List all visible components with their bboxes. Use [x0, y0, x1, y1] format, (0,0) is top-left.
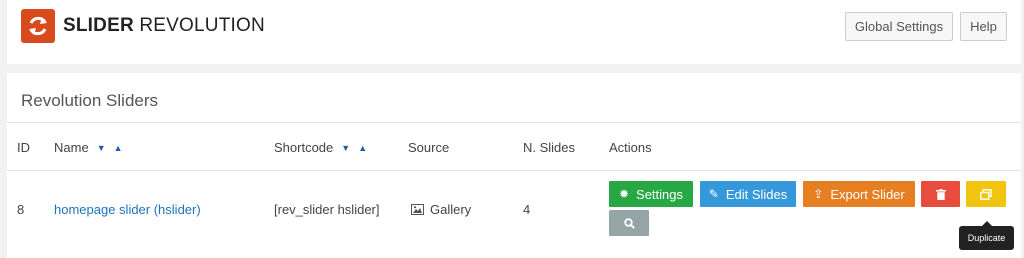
column-header-name-label: Name [54, 140, 89, 155]
image-icon [411, 204, 424, 215]
column-header-shortcode[interactable]: Shortcode ▼ ▲ [274, 140, 367, 155]
column-header-id: ID [17, 140, 30, 155]
caret-down-icon[interactable]: ▼ [341, 143, 350, 153]
help-button[interactable]: Help [960, 12, 1007, 41]
trash-icon [935, 188, 946, 200]
row-source-label: Gallery [430, 202, 472, 217]
logo [21, 9, 55, 43]
export-slider-button-label: Export Slider [830, 186, 905, 202]
export-icon: ⇪ [813, 187, 824, 201]
column-header-slides: N. Slides [523, 140, 576, 155]
row-source: Gallery [411, 202, 471, 217]
duplicate-tooltip: Duplicate [959, 221, 1014, 250]
refresh-icon [29, 16, 47, 36]
sliders-panel: Revolution Sliders ID Name ▼ ▲ Shortcode… [7, 73, 1021, 258]
column-header-name[interactable]: Name ▼ ▲ [54, 140, 123, 155]
settings-button[interactable]: ✹ Settings [609, 181, 693, 207]
row-shortcode: [rev_slider hslider] [274, 202, 380, 217]
duplicate-icon [980, 188, 992, 200]
global-settings-button[interactable]: Global Settings [845, 12, 953, 41]
preview-button[interactable] [609, 210, 649, 236]
app-title: SLIDER REVOLUTION [63, 15, 265, 36]
row-slides: 4 [523, 202, 531, 217]
edit-slides-button-label: Edit Slides [725, 186, 788, 202]
divider [7, 122, 1021, 123]
gear-icon: ✹ [618, 187, 630, 201]
caret-down-icon[interactable]: ▼ [97, 143, 106, 153]
export-slider-button[interactable]: ⇪ Export Slider [803, 181, 915, 207]
caret-up-icon[interactable]: ▲ [114, 143, 123, 153]
divider [7, 170, 1021, 171]
settings-button-label: Settings [636, 186, 684, 202]
pencil-icon: ✎ [708, 187, 719, 201]
caret-up-icon[interactable]: ▲ [358, 143, 367, 153]
panel-title: Revolution Sliders [21, 91, 159, 110]
slider-name-link[interactable]: homepage slider (hslider) [54, 202, 201, 217]
row-id: 8 [17, 202, 25, 217]
edit-slides-button[interactable]: ✎ Edit Slides [700, 181, 796, 207]
delete-button[interactable] [921, 181, 960, 207]
header: SLIDER REVOLUTION Global Settings Help [7, 0, 1021, 64]
column-header-shortcode-label: Shortcode [274, 140, 334, 155]
duplicate-button[interactable] [966, 181, 1006, 207]
search-icon [623, 217, 635, 229]
column-header-source: Source [408, 140, 450, 155]
column-header-actions: Actions [609, 140, 652, 155]
